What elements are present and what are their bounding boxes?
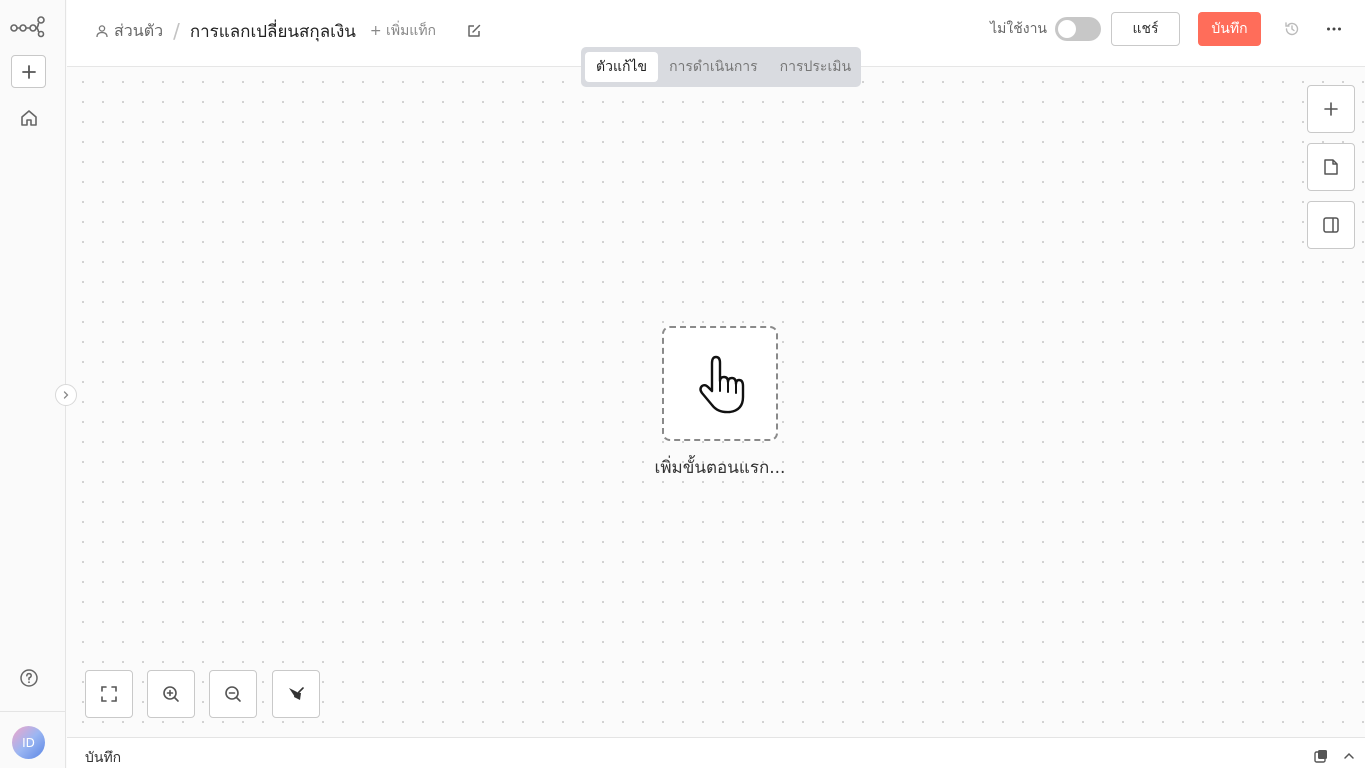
- toggle-knob: [1058, 19, 1076, 38]
- zoom-in-button[interactable]: [147, 670, 195, 718]
- log-panel[interactable]: บันทึก: [67, 737, 1365, 768]
- chevron-right-icon: [63, 391, 69, 399]
- share-button[interactable]: แชร์: [1111, 11, 1180, 46]
- more-horizontal-icon[interactable]: [1325, 20, 1343, 38]
- app-window: ID ส่วนตัว / การแลกเปลี่ยนสกุลเงิน + เพิ…: [0, 0, 1365, 768]
- chevron-up-icon[interactable]: [1341, 748, 1357, 764]
- workflow-title[interactable]: การแลกเปลี่ยนสกุลเงิน: [190, 18, 356, 45]
- popout-icon[interactable]: [1313, 748, 1329, 764]
- sticky-note-icon: [1324, 159, 1338, 175]
- log-panel-label: บันทึก: [85, 750, 122, 766]
- tab-editor[interactable]: ตัวแก้ไข: [585, 52, 659, 82]
- expand-sidebar-button[interactable]: [55, 384, 77, 406]
- zoom-out-button[interactable]: [209, 670, 257, 718]
- person-icon: [96, 25, 108, 38]
- breadcrumb: ส่วนตัว / การแลกเปลี่ยนสกุลเงิน + เพิ่มแ…: [95, 18, 482, 44]
- user-avatar[interactable]: ID: [12, 726, 45, 759]
- zoom-in-icon: [163, 686, 179, 702]
- active-toggle[interactable]: [1055, 16, 1101, 41]
- add-sticky-note-button[interactable]: [1307, 143, 1355, 191]
- edit-description-icon[interactable]: [466, 23, 482, 39]
- history-icon[interactable]: [1283, 20, 1301, 38]
- plus-icon: [21, 64, 36, 79]
- fit-view-icon: [101, 686, 117, 702]
- help-icon[interactable]: [19, 668, 39, 688]
- tidy-up-button[interactable]: [272, 670, 320, 718]
- avatar-initials: ID: [22, 735, 35, 750]
- left-sidebar: ID: [0, 0, 77, 768]
- view-tabs: ตัวแก้ไข การดำเนินการ การประเมิน: [581, 47, 861, 87]
- project-link[interactable]: ส่วนตัว: [114, 19, 163, 44]
- tab-executions[interactable]: การดำเนินการ: [658, 52, 769, 82]
- workflow-logo-icon[interactable]: [10, 14, 46, 38]
- fit-view-button[interactable]: [85, 670, 133, 718]
- zoom-out-icon: [225, 686, 241, 702]
- breadcrumb-separator: /: [173, 19, 180, 43]
- add-tag-button[interactable]: + เพิ่มแท็ก: [370, 20, 436, 42]
- broom-icon: [289, 687, 304, 700]
- add-node-button[interactable]: [1307, 85, 1355, 133]
- add-first-step-button[interactable]: [662, 326, 778, 441]
- sidebar-divider: [0, 711, 66, 712]
- save-button[interactable]: บันทึก: [1198, 11, 1261, 46]
- new-workflow-button[interactable]: [11, 55, 46, 88]
- home-icon[interactable]: [19, 108, 39, 128]
- workflow-canvas[interactable]: เพิ่มขั้นตอนแรก...: [67, 68, 1365, 736]
- toggle-panel-button[interactable]: [1307, 201, 1355, 249]
- pointer-hand-icon: [699, 355, 745, 413]
- active-toggle-label: ไม่ใช้งาน: [990, 20, 1047, 37]
- header-actions: ไม่ใช้งาน แชร์ บันทึก: [990, 0, 1365, 57]
- add-first-step-label[interactable]: เพิ่มขั้นตอนแรก...: [627, 454, 813, 481]
- tab-evaluations[interactable]: การประเมิน: [769, 52, 862, 82]
- panel-right-icon: [1323, 217, 1339, 233]
- plus-icon: [1324, 102, 1338, 116]
